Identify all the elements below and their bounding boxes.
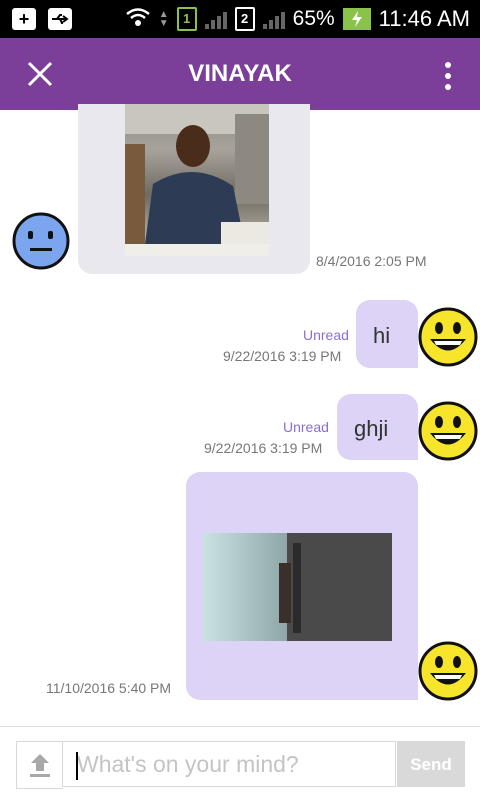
message-input-field[interactable] [62, 741, 396, 787]
composer-bar: Send [0, 726, 480, 801]
signal1-icon [204, 9, 227, 29]
add-notification-icon: + [12, 8, 36, 30]
data-arrows-icon: ▲ ▼ [158, 9, 169, 29]
battery-percent: 65% [292, 7, 335, 30]
unread-status: Unread [283, 419, 329, 435]
app-bar: VINAYAK [0, 38, 480, 110]
message-text: hi [373, 323, 391, 348]
upload-icon[interactable] [16, 741, 63, 789]
text-caret [76, 752, 78, 780]
sim1-icon: 1 [176, 7, 197, 31]
incoming-image-bubble[interactable] [78, 104, 310, 274]
sim2-icon: 2 [234, 7, 255, 31]
more-vert-icon[interactable] [444, 62, 452, 90]
message-timestamp: 9/22/2016 3:19 PM [204, 440, 323, 456]
battery-charging-icon [342, 8, 371, 30]
user-avatar [418, 640, 478, 707]
wifi-icon [125, 7, 151, 32]
clock: 11:46 AM [378, 6, 470, 31]
status-bar: + ▲ ▼ 1 2 65% 11:46 AM [0, 0, 480, 38]
contact-avatar [12, 212, 70, 275]
user-avatar [418, 306, 478, 373]
user-avatar [418, 400, 478, 467]
sent-photo[interactable] [203, 533, 392, 641]
send-button[interactable]: Send [397, 741, 465, 787]
unread-status: Unread [303, 327, 349, 343]
message-timestamp: 8/4/2016 2:05 PM [316, 253, 427, 269]
usb-icon [48, 8, 72, 30]
contact-photo[interactable] [125, 104, 269, 256]
message-input[interactable] [63, 742, 395, 786]
page-title: VINAYAK [188, 60, 292, 87]
signal2-icon [262, 9, 285, 29]
message-timestamp: 9/22/2016 3:19 PM [223, 348, 342, 364]
message-text: ghji [354, 416, 389, 441]
outgoing-image-bubble[interactable] [186, 472, 418, 700]
message-timestamp: 11/10/2016 5:40 PM [46, 680, 172, 696]
